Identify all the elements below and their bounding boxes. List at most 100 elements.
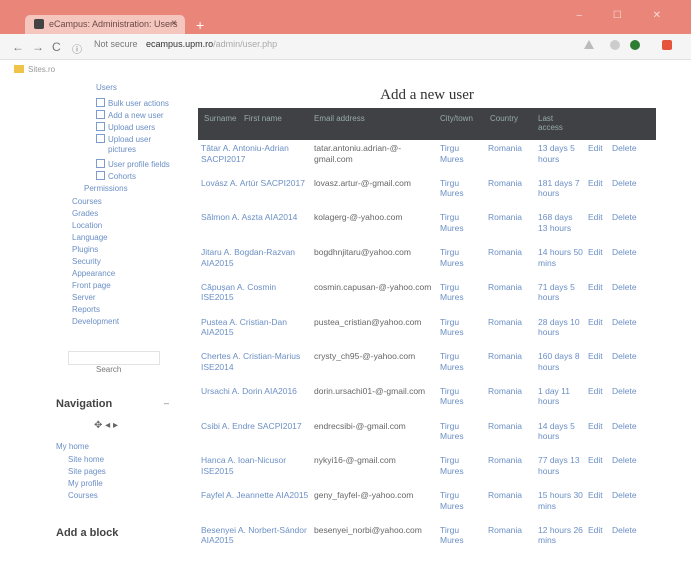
delete-link[interactable]: Delete [612,351,642,362]
sidebar-item-server[interactable]: Server [72,293,96,303]
extension-red-icon[interactable] [662,40,672,50]
edit-link[interactable]: Edit [588,317,608,328]
edit-link[interactable]: Edit [588,525,608,536]
user-name-link[interactable]: Hanca A. Ioan-Nicusor ISE2015 [201,455,309,476]
delete-link[interactable]: Delete [612,525,642,536]
back-arrow-icon[interactable]: ← [12,40,24,54]
edit-link[interactable]: Edit [588,490,608,501]
user-name-link[interactable]: Jitaru A. Bogdan-Razvan AIA2015 [201,247,309,268]
sidebar-item-user-profile-fields[interactable]: User profile fields [96,159,170,170]
sidebar-item-bulk-user-actions[interactable]: Bulk user actions [96,98,169,109]
sidebar-item-courses[interactable]: Courses [72,197,102,207]
close-tab-icon[interactable]: × [171,18,177,29]
user-email: nykyi16-@-gmail.com [314,455,396,466]
file-icon [96,110,105,119]
column-surname[interactable]: Surname [204,114,236,123]
extension-icon[interactable] [610,40,620,50]
user-last-access: 1 day 11 hours [538,385,570,407]
user-country: Romania [488,524,523,535]
user-name-link[interactable]: Pustea A. Cristian-Dan AIA2015 [201,317,309,338]
user-country: Romania [488,212,523,223]
sidebar-item-development[interactable]: Development [72,317,119,327]
sidebar-item-plugins[interactable]: Plugins [72,245,98,255]
user-city: Tirgu Mures [440,281,464,303]
delete-link[interactable]: Delete [612,386,642,397]
sidebar-item-security[interactable]: Security [72,257,101,267]
search-button[interactable]: Search [96,365,121,374]
user-name-link[interactable]: Tătar A. Antoniu-Adrian SACPI2017 [201,143,309,164]
sidebar-item-upload-users[interactable]: Upload users [96,122,155,133]
edit-link[interactable]: Edit [588,178,608,189]
user-name-link[interactable]: Chertes A. Cristian-Marius ISE2014 [201,351,309,372]
reload-icon[interactable]: C [52,40,61,54]
delete-link[interactable]: Delete [612,247,642,258]
admin-search-input[interactable] [68,351,160,365]
sidebar-item-reports[interactable]: Reports [72,305,100,315]
nav-item-site-pages[interactable]: Site pages [68,467,106,477]
user-name-link[interactable]: Sălmon A. Aszta AIA2014 [201,212,309,223]
sidebar-item-users[interactable]: Users [96,83,117,93]
sidebar-item-permissions[interactable]: Permissions [84,184,128,194]
column-email[interactable]: Email address [314,114,365,123]
file-icon [96,134,105,143]
edit-link[interactable]: Edit [588,351,608,362]
delete-link[interactable]: Delete [612,178,642,189]
sidebar-item-front-page[interactable]: Front page [72,281,111,291]
edit-link[interactable]: Edit [588,421,608,432]
user-name-link[interactable]: Căpușan A. Cosmin ISE2015 [201,282,309,303]
nav-item-my-profile[interactable]: My profile [68,479,103,489]
delete-link[interactable]: Delete [612,317,642,328]
url-field[interactable]: Not secure ecampus.upm.ro/admin/user.php [94,39,614,56]
new-tab-icon[interactable]: + [196,17,204,33]
user-name-link[interactable]: Csibi A. Endre SACPI2017 [201,421,309,432]
delete-link[interactable]: Delete [612,455,642,466]
edit-link[interactable]: Edit [588,386,608,397]
delete-link[interactable]: Delete [612,490,642,501]
sidebar-item-cohorts[interactable]: Cohorts [96,171,136,182]
collapse-block-icon[interactable]: – [164,398,169,408]
user-country: Romania [488,455,523,466]
delete-link[interactable]: Delete [612,421,642,432]
edit-link[interactable]: Edit [588,212,608,223]
edit-link[interactable]: Edit [588,282,608,293]
edit-link[interactable]: Edit [588,455,608,466]
delete-link[interactable]: Delete [612,143,642,154]
site-info-icon[interactable]: ⓘ [72,41,82,56]
nav-item-courses[interactable]: Courses [68,491,98,501]
browser-tab-bar: eCampus: Administration: Users × + – ☐ ✕ [0,0,691,34]
user-name-link[interactable]: Besenyei A. Norbert-Sándor AIA2015 [201,525,309,546]
bookmark-star-icon[interactable] [584,40,594,49]
browser-tab[interactable]: eCampus: Administration: Users × [25,15,185,34]
delete-link[interactable]: Delete [612,282,642,293]
nav-item-my-home[interactable]: My home [56,442,89,452]
edit-link[interactable]: Edit [588,143,608,154]
sidebar-item-appearance[interactable]: Appearance [72,269,115,279]
column-last-access[interactable]: Last access [538,114,578,132]
user-name-link[interactable]: Ursachi A. Dorin AIA2016 [201,386,309,397]
delete-link[interactable]: Delete [612,212,642,223]
user-email: pustea_cristian@yahoo.com [314,316,422,327]
user-name-link[interactable]: Lovász A. Artúr SACPI2017 [201,178,309,189]
user-last-access: 77 days 13 hours [538,455,580,476]
user-name-link[interactable]: Fayfel A. Jeannette AIA2015 [201,490,309,501]
users-table-header: Surname First name Email address City/to… [198,108,656,140]
nav-item-site-home[interactable]: Site home [68,455,104,465]
column-first-name[interactable]: First name [244,114,282,123]
sidebar-item-location[interactable]: Location [72,221,102,231]
user-country: Romania [488,247,523,258]
column-city[interactable]: City/town [440,114,473,123]
block-move-controls[interactable]: ✥ ◂ ▸ [94,420,118,431]
sidebar-item-upload-user-pictures[interactable]: Upload user pictures [96,134,174,155]
bookmark-item[interactable]: Sites.ro [28,65,55,74]
not-secure-label: Not secure [94,39,138,49]
extension-green-icon[interactable] [630,40,640,50]
user-country: Romania [488,316,523,327]
forward-arrow-icon[interactable]: → [32,40,44,54]
sidebar: Users Bulk user actions Add a new user U… [56,80,174,565]
window-controls[interactable]: – ☐ ✕ [577,10,675,21]
edit-link[interactable]: Edit [588,247,608,258]
sidebar-item-language[interactable]: Language [72,233,108,243]
sidebar-item-grades[interactable]: Grades [72,209,98,219]
column-country[interactable]: Country [490,114,518,123]
sidebar-item-add-new-user[interactable]: Add a new user [96,110,164,121]
